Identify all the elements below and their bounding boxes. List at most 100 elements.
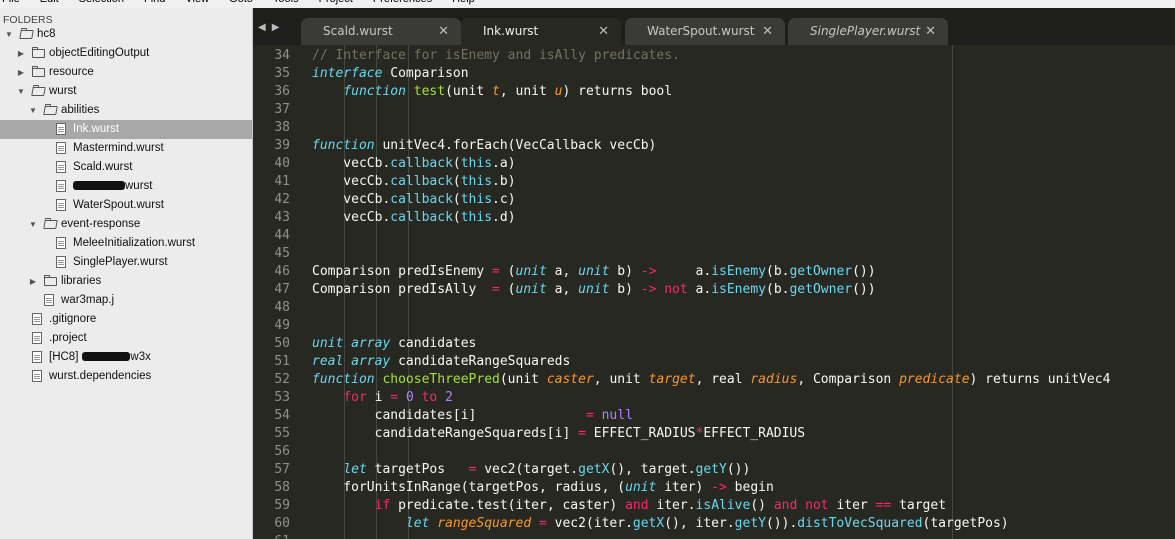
tree-folder[interactable]: ▼ hc8 [0,25,252,44]
tree-file[interactable]: wurst [0,177,252,196]
file-icon [32,332,42,344]
tree-file[interactable]: war3map.j [0,291,252,310]
tab-nav-arrows-icon[interactable]: ◀▶ [258,22,285,33]
builtin-token: getOwner [789,264,853,279]
close-icon[interactable]: ✕ [438,18,449,45]
tree-file[interactable]: MeleeInitialization.wurst [0,234,252,253]
tree-file[interactable]: wurst.dependencies [0,367,252,386]
menu-item[interactable]: Selection [79,0,124,5]
code-text-token: ) returns unitVec4 [969,372,1111,387]
code-line: // Interface for isEnemy and isAlly pred… [312,47,1110,65]
tree-file[interactable]: Scald.wurst [0,158,252,177]
menu-item[interactable]: View [185,0,209,5]
code-text-token: (b. [766,264,790,279]
tree-file[interactable]: .project [0,329,252,348]
code-text-token: ( [499,264,516,279]
menu-item[interactable]: Goto [229,0,253,5]
menu-item[interactable]: Tools [273,0,299,5]
keyword-token: function [343,84,406,99]
folder-icon [32,66,45,77]
line-number: 50 [274,336,290,351]
code-text-token: ()) [852,264,876,279]
code-text-token: (), target. [609,462,696,477]
menu-item[interactable]: Project [319,0,353,5]
code-text-token: .c) [492,192,516,207]
code-text-token: iter. [648,498,696,513]
chevron-right-icon[interactable]: ▶ [16,63,26,82]
line-number: 55 [274,426,290,441]
chevron-down-icon[interactable]: ▼ [4,25,14,44]
menu-item[interactable]: Find [144,0,165,5]
keyword-token: array [351,336,391,351]
line-number: 60 [274,516,290,531]
operator-token: -> [711,480,727,495]
code-line: if predicate.test(iter, caster) and iter… [312,497,1110,515]
close-icon[interactable]: ✕ [925,18,936,45]
tree-item-label: abilities [61,104,100,116]
tree-file[interactable]: SinglePlayer.wurst [0,253,252,272]
chevron-right-icon[interactable]: ▶ [28,272,38,291]
chevron-down-icon[interactable]: ▼ [16,82,26,101]
tab-scald-wurst[interactable]: Scald.wurst ✕ [301,18,461,45]
operator-token: = [492,282,500,297]
tree-folder[interactable]: ▼ abilities [0,101,252,120]
tree-file[interactable]: Ink.wurst [0,120,252,139]
tree-folder[interactable]: ▼ event-response [0,215,252,234]
chevron-right-icon[interactable]: ▶ [16,44,26,63]
line-number: 52 [274,372,290,387]
code-line: vecCb.callback(this.a) [312,155,1110,173]
menu-item[interactable]: Help [452,0,475,5]
code-text-token: .d) [492,210,516,225]
code-editor[interactable]: 34 35 36 37 38 39 40 41 42 43 44 45 46 47 48 49 50 51 52 53… [253,45,1175,539]
tree-folder[interactable]: ▶ resource [0,63,252,82]
tab-bar: ◀▶ Scald.wurst ✕ Ink.wurst ✕ WaterSpout.wurs… [253,8,1175,45]
tree-folder[interactable]: ▼ wurst [0,82,252,101]
code-text-token: Comparison predIsAlly [312,282,493,297]
tree-file[interactable]: .gitignore [0,310,252,329]
tree-folder[interactable]: ▶ objectEditingOutput [0,44,252,63]
code-text-token: b) [609,264,641,279]
tree-item-label-text: w3x [130,351,151,363]
code-text[interactable]: // Interface for isEnemy and isAlly pred… [312,47,1110,539]
tree-file[interactable]: WaterSpout.wurst [0,196,252,215]
close-icon[interactable]: ✕ [762,18,773,45]
code-text-token: iter) [656,480,712,495]
chevron-down-icon[interactable]: ▼ [28,101,38,120]
code-text-token: b) [609,282,641,297]
code-text-token: a. [656,264,712,279]
chevron-down-icon[interactable]: ▼ [28,215,38,234]
function-name-token: chooseThreePred [382,372,500,387]
code-text-token: vecCb. [312,174,391,189]
tree-folder[interactable]: ▶ libraries [0,272,252,291]
close-icon[interactable]: ✕ [598,18,609,45]
code-text-token: ( [499,282,516,297]
menu-item[interactable]: Preferences [373,0,432,5]
operator-token: and [773,498,798,513]
menu-item[interactable]: File [2,0,20,5]
tree-file[interactable]: Mastermind.wurst [0,139,252,158]
code-line: Comparison predIsAlly = (unit a, unit b)… [312,281,1110,299]
tab-waterspout-wurst[interactable]: WaterSpout.wurst ✕ [625,18,785,45]
tree-item-label: .gitignore [49,313,97,325]
menu-item[interactable]: Edit [40,0,59,5]
line-number: 39 [274,138,290,153]
builtin-token: getOwner [789,282,853,297]
redacted-text [82,352,131,362]
code-text-token: ()) [852,282,876,297]
tree-file[interactable]: [HC8] w3x [0,348,252,367]
line-number: 61 [253,533,290,539]
tree-item-label: resource [49,66,94,78]
line-number: 51 [274,354,290,369]
tab-singleplayer-wurst[interactable]: SinglePlayer.wurst ✕ [788,18,948,45]
operator-token: to [421,390,438,405]
tab-ink-wurst[interactable]: Ink.wurst ✕ [461,18,621,45]
parameter-token: radius [750,372,798,387]
